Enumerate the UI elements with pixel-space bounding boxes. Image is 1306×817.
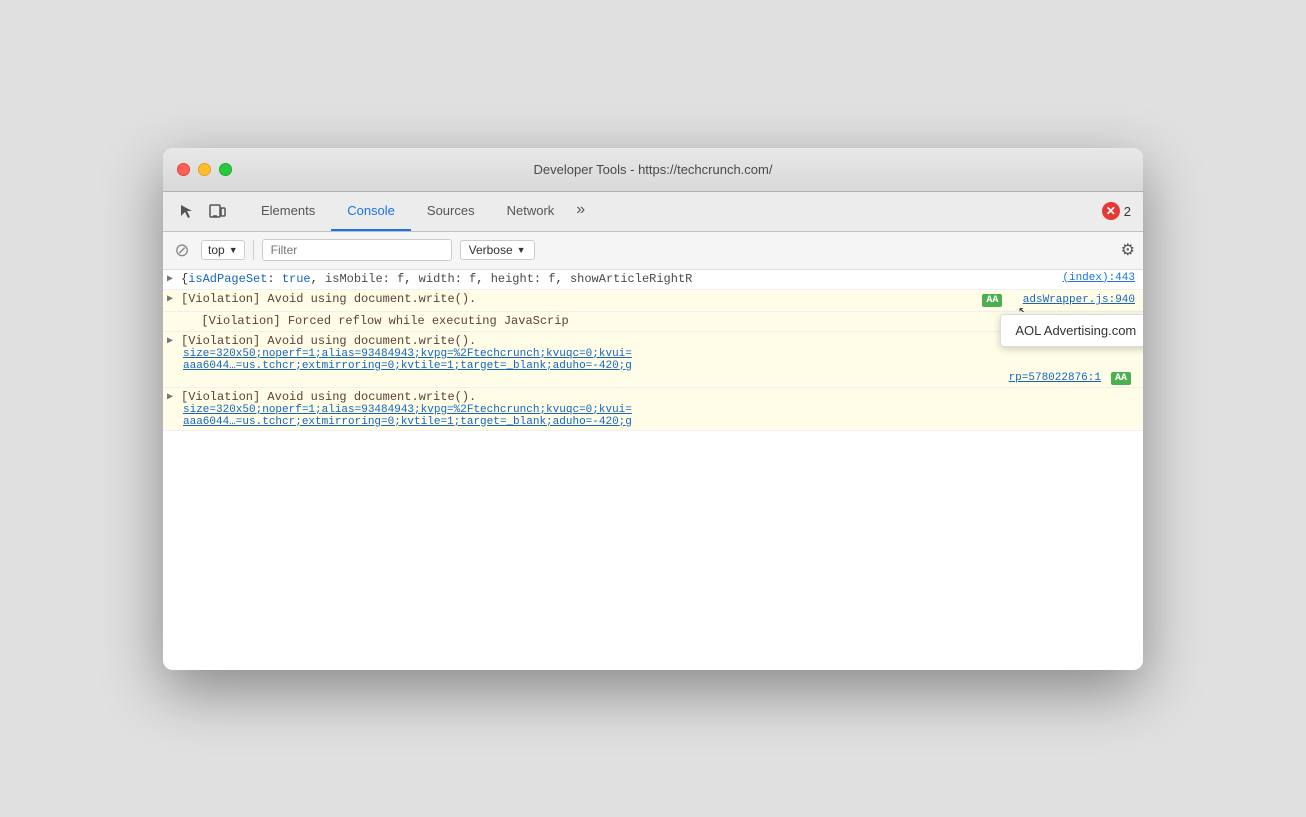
- expand-arrow-icon[interactable]: ▶: [167, 390, 177, 403]
- traffic-lights: [177, 163, 232, 176]
- inspect-icon[interactable]: [175, 199, 199, 223]
- titlebar: Developer Tools - https://techcrunch.com…: [163, 148, 1143, 192]
- devtools-window: Developer Tools - https://techcrunch.com…: [163, 148, 1143, 670]
- source-link[interactable]: size=320x50;noperf=1;alias=93484943;kvpg…: [183, 348, 1135, 360]
- console-violation-row: ▶ [Violation] Avoid using document.write…: [163, 290, 1143, 312]
- console-violation-row: [Violation] Forced reflow while executin…: [163, 312, 1143, 332]
- more-tabs-button[interactable]: »: [570, 191, 591, 231]
- expand-arrow-icon[interactable]: ▶: [167, 292, 177, 305]
- tab-bar: Elements Console Sources Network » ✕ 2: [163, 192, 1143, 232]
- device-icon[interactable]: [205, 199, 229, 223]
- error-icon: ✕: [1102, 202, 1120, 220]
- toolbar-divider: [253, 240, 254, 260]
- maximize-button[interactable]: [219, 163, 232, 176]
- minimize-button[interactable]: [198, 163, 211, 176]
- expand-arrow-icon[interactable]: ▶: [167, 272, 177, 285]
- chevron-down-icon: ▼: [229, 245, 238, 255]
- expand-arrow-icon[interactable]: ▶: [167, 334, 177, 347]
- aa-badge: AA: [982, 294, 1002, 307]
- source-link[interactable]: (index):443: [1062, 272, 1135, 284]
- log-message: [Violation] Avoid using document.write()…: [181, 334, 1135, 348]
- tab-console[interactable]: Console: [331, 191, 411, 231]
- tab-sources[interactable]: Sources: [411, 191, 491, 231]
- tooltip: AOL Advertising.com: [1000, 314, 1143, 347]
- chevron-down-icon: ▼: [517, 245, 526, 255]
- log-level-select[interactable]: Verbose ▼: [460, 240, 535, 260]
- close-button[interactable]: [177, 163, 190, 176]
- settings-button[interactable]: ⚙: [1121, 240, 1135, 260]
- window-title: Developer Tools - https://techcrunch.com…: [534, 162, 773, 177]
- console-content: ▶ {isAdPageSet: true, isMobile: f, width…: [163, 270, 1143, 670]
- error-count: 2: [1124, 204, 1131, 219]
- source-link[interactable]: aaa6044…=us.tchcr;extmirroring=0;kvtile=…: [183, 360, 1135, 372]
- toolbar-icons: [175, 199, 229, 223]
- source-link[interactable]: size=320x50;noperf=1;alias=93484943;kvpg…: [183, 404, 1135, 416]
- log-message: [Violation] Avoid using document.write()…: [181, 292, 978, 306]
- source-link[interactable]: adsWrapper.js:940: [1023, 294, 1135, 306]
- clear-console-button[interactable]: ⊘: [171, 239, 193, 261]
- tabs: Elements Console Sources Network »: [245, 191, 1094, 231]
- source-link[interactable]: rp=578022876:1: [1009, 372, 1101, 384]
- tab-elements[interactable]: Elements: [245, 191, 331, 231]
- log-message: [Violation] Forced reflow while executin…: [187, 314, 1135, 328]
- context-select[interactable]: top ▼: [201, 240, 245, 260]
- tooltip-container: ↖ AOL Advertising.com: [1010, 292, 1018, 309]
- console-violation-row: ▶ [Violation] Avoid using document.write…: [163, 388, 1143, 431]
- console-violation-row: ▶ [Violation] Avoid using document.write…: [163, 332, 1143, 388]
- log-message: {isAdPageSet: true, isMobile: f, width: …: [181, 272, 1135, 286]
- console-log-row: ▶ {isAdPageSet: true, isMobile: f, width…: [163, 270, 1143, 290]
- toolbar-right: ✕ 2: [1102, 202, 1131, 220]
- aa-badge: AA: [1111, 372, 1131, 385]
- log-message: [Violation] Avoid using document.write()…: [181, 390, 1135, 404]
- console-toolbar: ⊘ top ▼ Verbose ▼ ⚙: [163, 232, 1143, 270]
- filter-input[interactable]: [262, 239, 452, 261]
- tab-network[interactable]: Network: [491, 191, 571, 231]
- source-link[interactable]: aaa6044…=us.tchcr;extmirroring=0;kvtile=…: [183, 416, 1135, 428]
- error-badge: ✕ 2: [1102, 202, 1131, 220]
